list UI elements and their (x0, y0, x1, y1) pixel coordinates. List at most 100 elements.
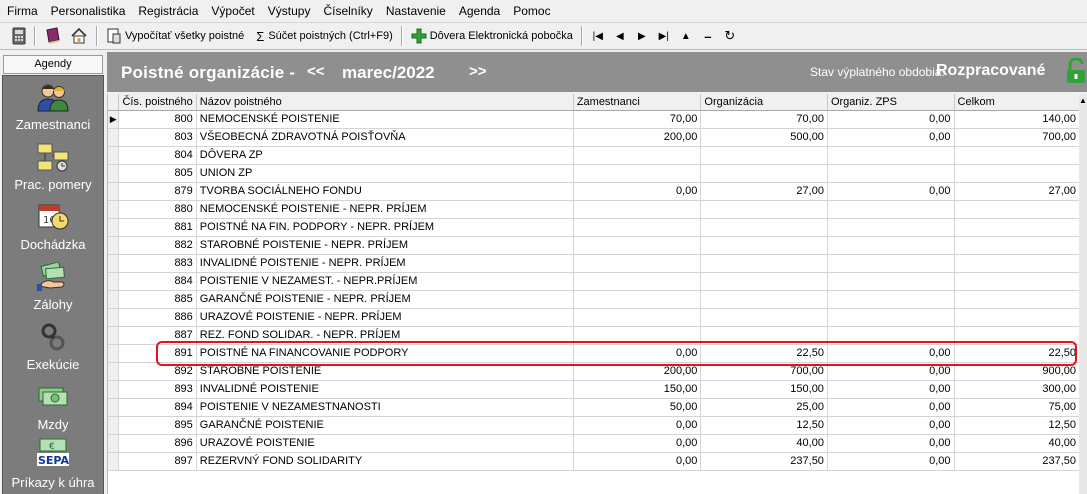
table-row[interactable]: 880 NEMOCENSKÉ POISTENIE - NEPR. PRÍJEM (108, 200, 1081, 219)
cell-total[interactable]: 300,00 (954, 380, 1081, 399)
cell-employees[interactable]: 150,00 (573, 380, 702, 399)
cell-total[interactable] (954, 254, 1081, 273)
cell-employees[interactable] (573, 290, 702, 309)
cell-name[interactable]: VŠEOBECNÁ ZDRAVOTNÁ POISŤOVŇA (196, 128, 574, 147)
table-row[interactable]: 897 REZERVNÝ FOND SOLIDARITY 0,00 237,50 0,0… (108, 452, 1081, 471)
cell-organization[interactable] (700, 290, 828, 309)
menu-item[interactable]: Agenda (452, 0, 506, 22)
table-row[interactable]: 896 URAZOVÉ POISTENIE 0,00 40,00 0,00 40,00 (108, 434, 1081, 453)
cell-number[interactable]: 805 (118, 164, 197, 183)
cell-name[interactable]: GARANČNÉ POISTENIE - NEPR. PRÍJEM (196, 290, 574, 309)
table-row[interactable]: 805 UNION ZP (108, 164, 1081, 183)
cell-organization[interactable] (700, 254, 828, 273)
cell-organization-zps[interactable] (827, 236, 955, 255)
cell-total[interactable]: 75,00 (954, 398, 1081, 417)
cell-total[interactable]: 700,00 (954, 128, 1081, 147)
cell-organization[interactable]: 500,00 (700, 128, 828, 147)
cell-organization-zps[interactable] (827, 146, 955, 165)
menu-item[interactable]: Firma (0, 0, 44, 22)
cell-total[interactable] (954, 200, 1081, 219)
cell-organization[interactable]: 22,50 (700, 344, 828, 363)
cell-employees[interactable]: 50,00 (573, 398, 702, 417)
next-record-button[interactable]: ▶ (631, 25, 653, 47)
cell-name[interactable]: NEMOCENSKÉ POISTENIE (196, 110, 574, 129)
sum-button[interactable]: Σ Súčet poistných (Ctrl+F9) (252, 25, 396, 47)
row-indicator[interactable] (108, 308, 120, 327)
cell-organization-zps[interactable]: 0,00 (827, 128, 955, 147)
cell-employees[interactable] (573, 272, 702, 291)
cell-organization[interactable]: 12,50 (700, 416, 828, 435)
cell-organization[interactable]: 237,50 (700, 452, 828, 471)
row-indicator[interactable] (108, 362, 120, 381)
cell-total[interactable] (954, 218, 1081, 237)
cell-number[interactable]: 882 (118, 236, 197, 255)
cell-employees[interactable]: 0,00 (573, 434, 702, 453)
unlocked-lock-icon[interactable] (1065, 58, 1087, 84)
column-header-organization-zps[interactable]: Organiz. ZPS (827, 94, 955, 111)
cell-total[interactable]: 12,50 (954, 416, 1081, 435)
cell-name[interactable]: POISTNÉ NA FIN. PODPORY - NEPR. PRÍJEM (196, 218, 574, 237)
cell-employees[interactable]: 70,00 (573, 110, 702, 129)
cell-organization[interactable] (700, 326, 828, 345)
last-record-button[interactable]: ▶| (653, 25, 675, 47)
row-indicator[interactable] (108, 416, 120, 435)
cell-number[interactable]: 892 (118, 362, 197, 381)
cell-organization-zps[interactable] (827, 200, 955, 219)
agenda-employees[interactable]: Zamestnanci (3, 76, 103, 136)
cell-name[interactable]: INVALIDNÉ POISTENIE - NEPR. PRÍJEM (196, 254, 574, 273)
next-period-button[interactable]: >> (469, 63, 487, 80)
cell-organization[interactable]: 700,00 (700, 362, 828, 381)
cell-organization-zps[interactable]: 0,00 (827, 398, 955, 417)
cell-total[interactable] (954, 272, 1081, 291)
table-row[interactable]: 894 POISTENIE V NEZAMESTNANOSTI 50,00 25,00… (108, 398, 1081, 417)
cell-total[interactable]: 237,50 (954, 452, 1081, 471)
cell-name[interactable]: REZ. FOND SOLIDAR. - NEPR. PRÍJEM (196, 326, 574, 345)
book-button[interactable] (40, 25, 66, 47)
delete-record-button[interactable]: – (697, 25, 719, 47)
cell-name[interactable]: POISTNÉ NA FINANCOVANIE PODPORY (196, 344, 574, 363)
cell-employees[interactable]: 200,00 (573, 128, 702, 147)
cell-name[interactable]: REZERVNÝ FOND SOLIDARITY (196, 452, 574, 471)
scroll-up-icon[interactable]: ▲ (1079, 94, 1087, 108)
cell-organization-zps[interactable] (827, 308, 955, 327)
cell-name[interactable]: POISTENIE V NEZAMEST. - NEPR.PRÍJEM (196, 272, 574, 291)
cell-name[interactable]: STAROBNÉ POISTENIE (196, 362, 574, 381)
cell-total[interactable]: 22,50 (954, 344, 1081, 363)
first-record-button[interactable]: |◀ (587, 25, 609, 47)
table-row[interactable]: 885 GARANČNÉ POISTENIE - NEPR. PRÍJEM (108, 290, 1081, 309)
table-row[interactable]: 881 POISTNÉ NA FIN. PODPORY - NEPR. PRÍJE… (108, 218, 1081, 237)
row-indicator[interactable] (108, 182, 120, 201)
cell-organization-zps[interactable]: 0,00 (827, 452, 955, 471)
row-indicator[interactable] (108, 272, 120, 291)
cell-name[interactable]: STAROBNÉ POISTENIE - NEPR. PRÍJEM (196, 236, 574, 255)
cell-name[interactable]: NEMOCENSKÉ POISTENIE - NEPR. PRÍJEM (196, 200, 574, 219)
cell-organization-zps[interactable]: 0,00 (827, 434, 955, 453)
row-indicator[interactable]: ▶ (108, 110, 120, 129)
cell-organization-zps[interactable] (827, 326, 955, 345)
table-row[interactable]: 895 GARANČNÉ POISTENIE 0,00 12,50 0,00 12,50 (108, 416, 1081, 435)
column-header-total[interactable]: Celkom (954, 94, 1081, 111)
cell-employees[interactable]: 200,00 (573, 362, 702, 381)
cell-number[interactable]: 891 (118, 344, 197, 363)
cell-organization[interactable]: 150,00 (700, 380, 828, 399)
cell-number[interactable]: 804 (118, 146, 197, 165)
cell-total[interactable] (954, 290, 1081, 309)
menu-item[interactable]: Nastavenie (379, 0, 452, 22)
cell-organization-zps[interactable] (827, 272, 955, 291)
cell-name[interactable]: URAZOVÉ POISTENIE - NEPR. PRÍJEM (196, 308, 574, 327)
cell-organization-zps[interactable]: 0,00 (827, 182, 955, 201)
cell-employees[interactable] (573, 326, 702, 345)
agenda-wages[interactable]: Mzdy (3, 376, 103, 436)
column-header-number[interactable]: Čís. poistného (118, 94, 197, 111)
column-header-organization[interactable]: Organizácia (700, 94, 828, 111)
table-row[interactable]: 886 URAZOVÉ POISTENIE - NEPR. PRÍJEM (108, 308, 1081, 327)
cell-total[interactable] (954, 236, 1081, 255)
cell-name[interactable]: DÔVERA ZP (196, 146, 574, 165)
cell-organization[interactable] (700, 272, 828, 291)
calculator-button[interactable] (8, 25, 30, 47)
cell-employees[interactable] (573, 254, 702, 273)
row-indicator[interactable] (108, 344, 120, 363)
cell-employees[interactable] (573, 200, 702, 219)
row-indicator[interactable] (108, 164, 120, 183)
row-indicator[interactable] (108, 326, 120, 345)
